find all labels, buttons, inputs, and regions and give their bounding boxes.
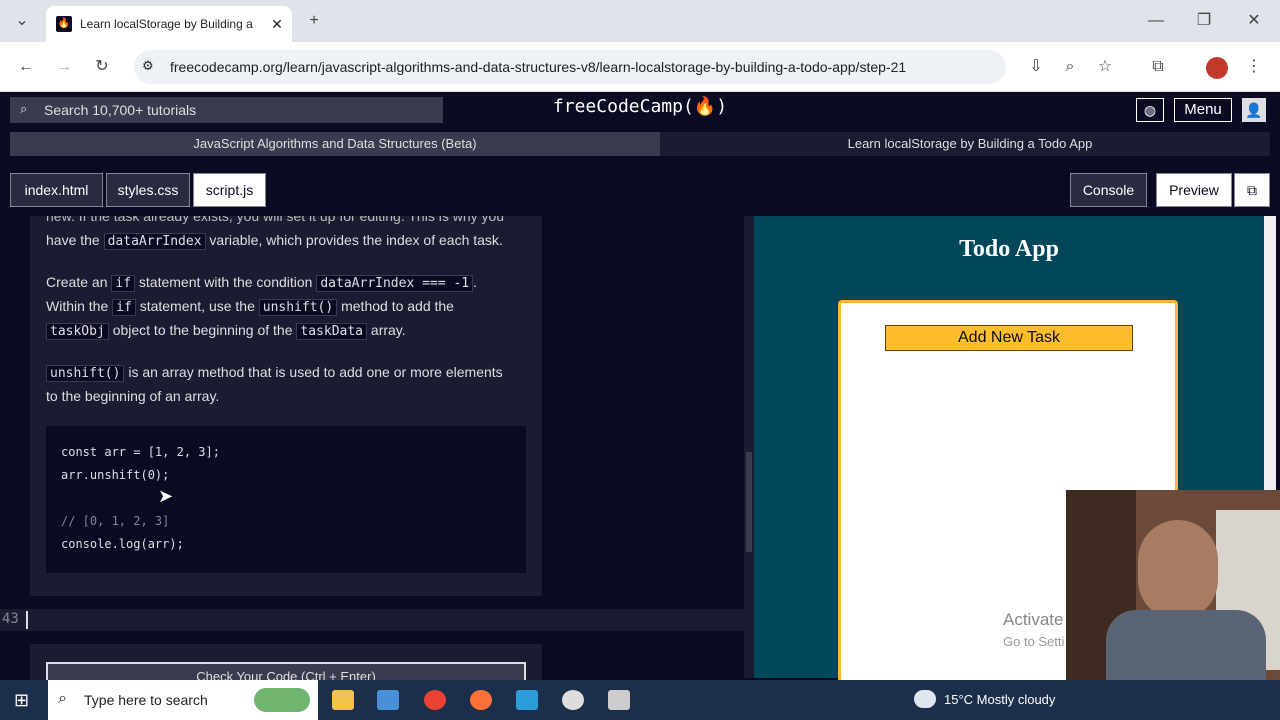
extensions-icon[interactable]: ⧉: [1146, 55, 1170, 79]
fcc-logo[interactable]: freeCodeCamp(🔥): [540, 96, 740, 122]
instruction-paragraph: Create an if statement with the conditio…: [46, 270, 536, 296]
tab-index-html[interactable]: index.html: [10, 173, 103, 207]
code-example: const arr = [1, 2, 3]; arr.unshift(0); /…: [46, 426, 526, 573]
close-window-icon[interactable]: ✕: [1242, 9, 1266, 33]
instructions-panel: new. If the task already exists, you wil…: [30, 216, 542, 596]
weather-cloud-icon[interactable]: [914, 690, 936, 708]
fcc-favicon-icon: 🔥: [56, 16, 72, 32]
firefox-icon[interactable]: [470, 690, 492, 710]
instruction-paragraph: to the beginning of an array.: [46, 388, 220, 404]
text-cursor: [26, 611, 28, 629]
mouse-cursor-icon: ➤: [158, 486, 174, 506]
text: .: [473, 274, 477, 290]
search-placeholder: Search 10,700+ tutorials: [44, 102, 197, 118]
scrollbar-thumb[interactable]: [746, 452, 752, 552]
text: statement, use the: [139, 298, 255, 314]
instruction-paragraph: unshift() is an array method that is use…: [46, 360, 536, 386]
todo-app-title: Todo App: [959, 236, 1059, 262]
tab-script-js[interactable]: script.js: [193, 173, 266, 207]
app-icon[interactable]: [377, 690, 399, 710]
text: method to add the: [341, 298, 454, 314]
chrome-icon[interactable]: [424, 690, 446, 710]
tab-list-icon[interactable]: ⌄: [10, 9, 34, 33]
inline-code: unshift(): [46, 365, 125, 382]
activate-watermark-sub: Go to Setti: [1003, 634, 1065, 649]
inline-code: taskData: [296, 323, 368, 340]
activate-watermark: Activate: [1003, 610, 1064, 629]
inline-code: dataArrIndex === -1: [316, 275, 474, 292]
restore-icon[interactable]: ❐: [1192, 9, 1216, 33]
code-comment: // [0, 1, 2, 3]: [61, 514, 170, 528]
back-icon[interactable]: ←: [14, 55, 38, 79]
code-line: console.log(arr);: [61, 537, 184, 551]
inline-code: if: [112, 299, 136, 316]
inline-code: dataArrIndex: [103, 233, 206, 250]
windows-start-icon[interactable]: ⊞: [14, 690, 29, 711]
install-icon[interactable]: ⇩: [1024, 55, 1048, 79]
taskbar-search-input[interactable]: ⌕ Type here to search: [48, 680, 318, 720]
weather-text[interactable]: 15°C Mostly cloudy: [944, 692, 1055, 707]
breadcrumb-project[interactable]: Learn localStorage by Building a Todo Ap…: [670, 132, 1270, 156]
file-explorer-icon[interactable]: [332, 690, 354, 710]
breadcrumb: JavaScript Algorithms and Data Structure…: [10, 132, 1270, 156]
user-avatar-icon[interactable]: 👤: [1242, 98, 1266, 122]
breadcrumb-course[interactable]: JavaScript Algorithms and Data Structure…: [10, 132, 660, 156]
submit-area: Check Your Code (Ctrl + Enter): [30, 644, 542, 692]
preview-button[interactable]: Preview: [1156, 173, 1232, 207]
zoom-icon[interactable]: ⌕: [1058, 55, 1082, 79]
menu-button[interactable]: Menu: [1174, 98, 1232, 122]
inline-code: if: [111, 275, 136, 292]
site-info-icon[interactable]: ⚙: [142, 58, 154, 74]
editor-current-line[interactable]: 43: [0, 609, 750, 631]
forward-icon[interactable]: →: [52, 55, 76, 79]
tab-title: Learn localStorage by Building a: [80, 17, 253, 31]
search-icon: ⌕: [58, 690, 67, 707]
app-icon[interactable]: [608, 690, 630, 710]
url-text: freecodecamp.org/learn/javascript-algori…: [170, 59, 907, 75]
text: Within the: [46, 298, 109, 314]
instruction-paragraph: have the dataArrIndex variable, which pr…: [46, 228, 536, 254]
app-icon[interactable]: [516, 690, 538, 710]
reload-icon[interactable]: ↻: [90, 55, 114, 79]
browser-tab[interactable]: 🔥 Learn localStorage by Building a ✕: [46, 6, 292, 42]
inline-code: unshift(): [258, 299, 338, 316]
text: statement with the condition: [138, 274, 313, 290]
close-tab-icon[interactable]: ✕: [268, 16, 286, 33]
instruction-paragraph: taskObj object to the beginning of the t…: [46, 318, 536, 344]
webcam-person-head: [1138, 520, 1218, 620]
windows-taskbar: ⊞ ⌕ Type here to search 15°C Mostly clou…: [0, 680, 1280, 720]
address-bar-row: ← → ↻ ⚙ freecodecamp.org/learn/javascrip…: [0, 42, 1280, 92]
code-line: arr.unshift(0);: [61, 468, 170, 482]
browser-tab-bar: ⌄ 🔥 Learn localStorage by Building a ✕ +…: [0, 0, 1280, 42]
editor-toolbar: index.html styles.css script.js Console …: [0, 160, 1280, 216]
language-globe-icon[interactable]: ◍: [1136, 98, 1164, 122]
text: have the: [46, 232, 100, 248]
tab-styles-css[interactable]: styles.css: [106, 173, 190, 207]
code-line: const arr = [1, 2, 3];: [61, 445, 220, 459]
taskbar-search-placeholder: Type here to search: [84, 692, 208, 708]
text: variable, which provides the index of ea…: [209, 232, 503, 248]
new-tab-icon[interactable]: +: [302, 9, 326, 33]
instruction-line: new. If the task already exists, you wil…: [46, 216, 505, 224]
popout-preview-icon[interactable]: ⧉: [1234, 173, 1270, 207]
profile-avatar-icon[interactable]: [1206, 57, 1228, 79]
text: array.: [370, 322, 406, 338]
minimize-icon[interactable]: —: [1144, 9, 1168, 33]
instruction-paragraph: Within the if statement, use the unshift…: [46, 294, 536, 320]
chrome-menu-icon[interactable]: ⋮: [1242, 55, 1266, 79]
console-button[interactable]: Console: [1070, 173, 1147, 207]
bookmark-star-icon[interactable]: ☆: [1093, 55, 1117, 79]
turtle-search-icon: [254, 688, 310, 712]
add-new-task-button[interactable]: Add New Task: [885, 325, 1133, 351]
text: is an array method that is used to add o…: [128, 364, 503, 380]
url-field[interactable]: ⚙ freecodecamp.org/learn/javascript-algo…: [134, 50, 1006, 84]
app-icon[interactable]: [562, 690, 584, 710]
text: object to the beginning of the: [112, 322, 293, 338]
text: Create an: [46, 274, 108, 290]
search-icon: ⌕: [20, 101, 28, 116]
inline-code: taskObj: [46, 323, 109, 340]
tutorial-search-input[interactable]: ⌕ Search 10,700+ tutorials: [10, 97, 443, 123]
line-number: 43: [2, 611, 19, 627]
